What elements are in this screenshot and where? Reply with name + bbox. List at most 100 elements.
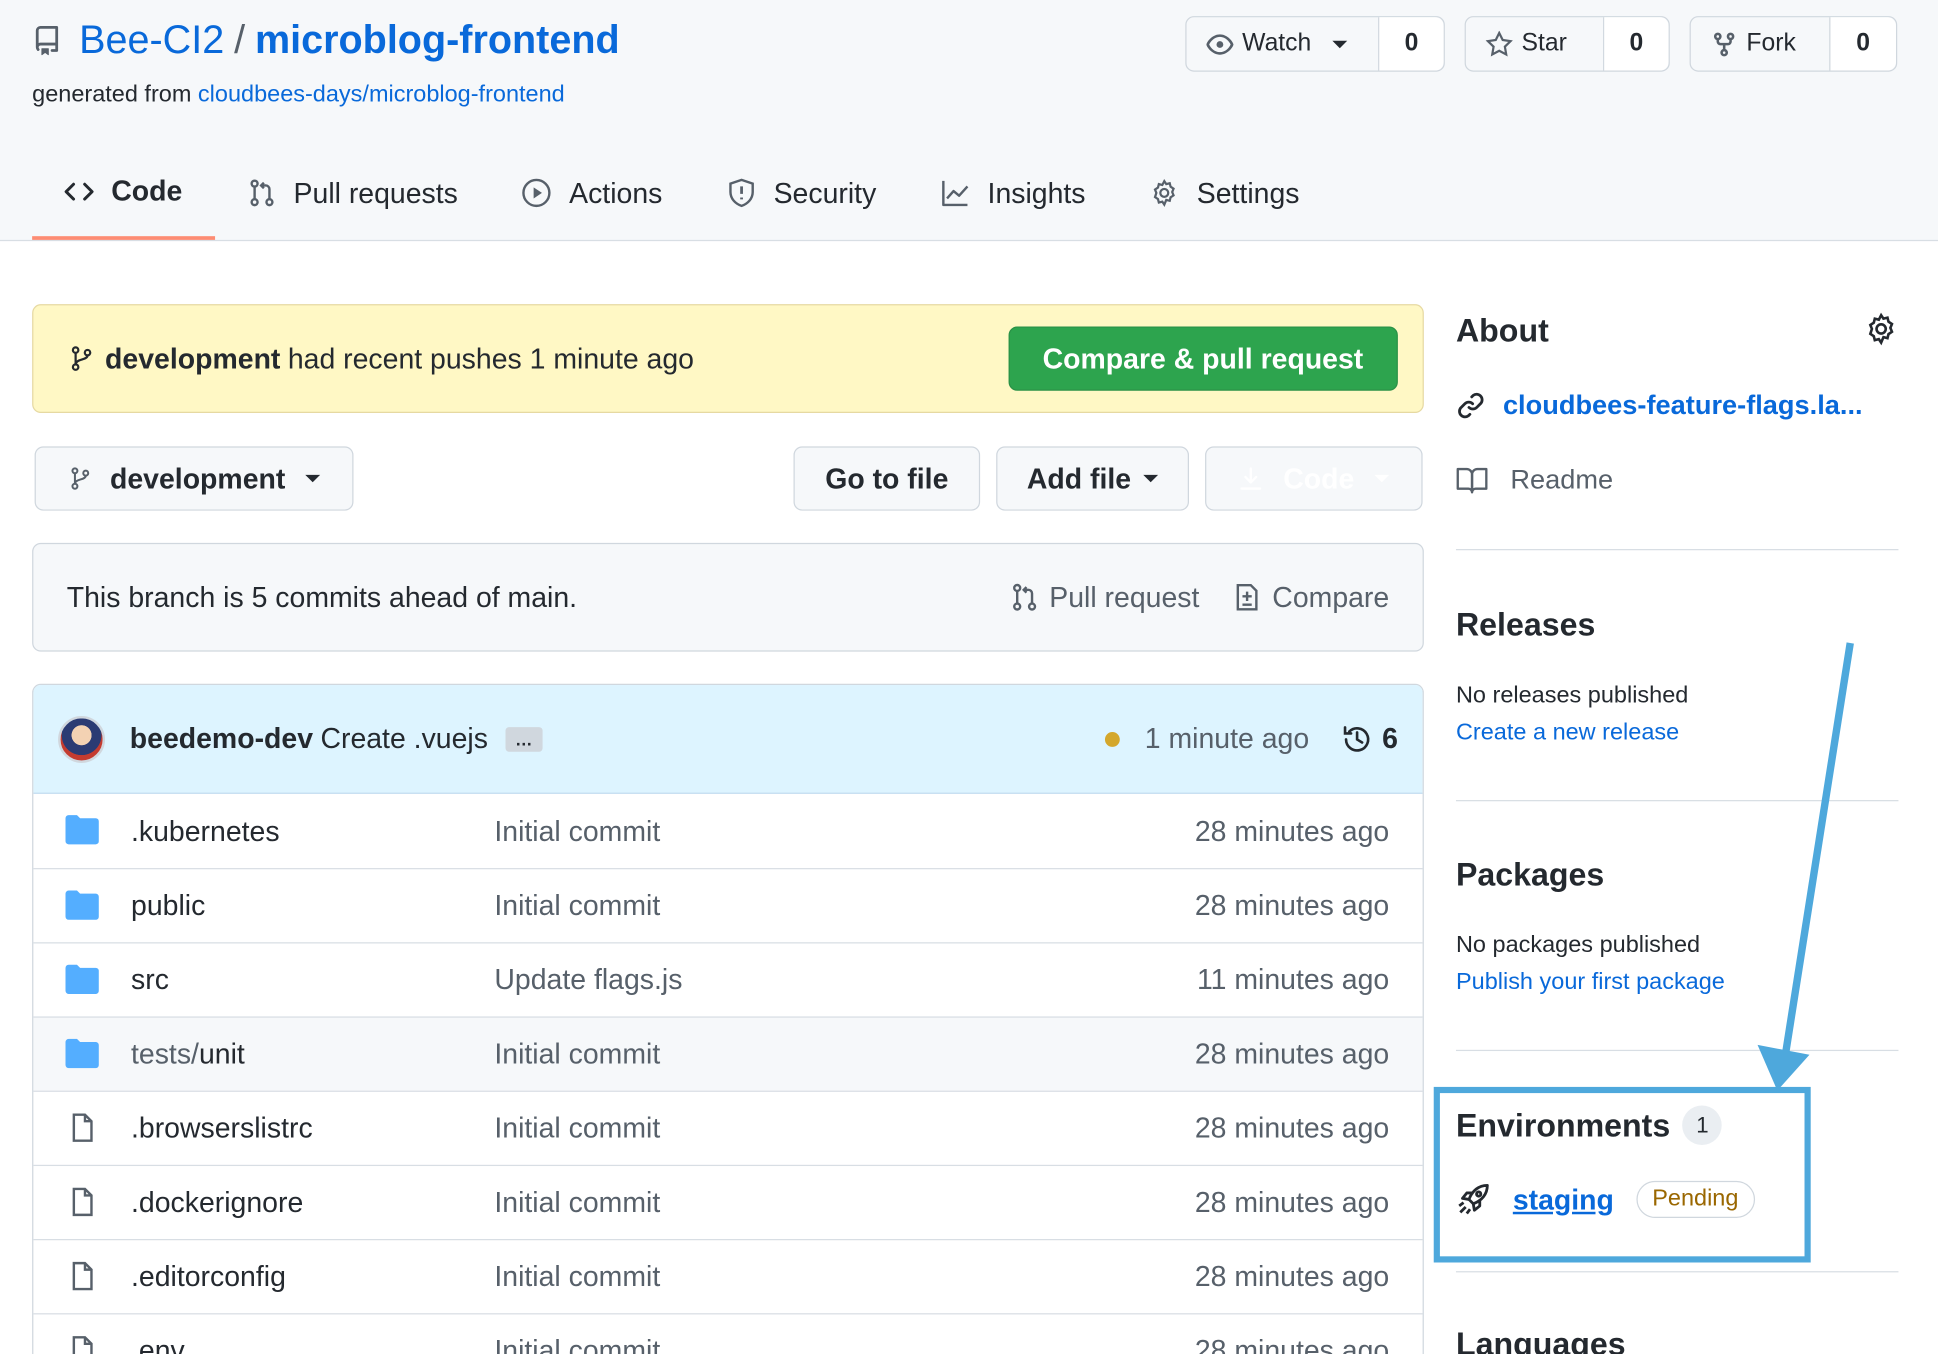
file-path-prefix: tests/: [131, 1037, 199, 1070]
gear-icon[interactable]: [1864, 312, 1899, 347]
file-commit-message[interactable]: Initial commit: [494, 889, 660, 922]
homepage-link[interactable]: cloudbees-feature-flags.la...: [1456, 390, 1863, 422]
book-icon: [1456, 467, 1488, 494]
file-name[interactable]: .kubernetes: [131, 814, 280, 847]
tab-code[interactable]: Code: [32, 146, 215, 240]
publish-package-link[interactable]: Publish your first package: [1456, 969, 1725, 996]
page-root: Bee-CI2 / microblog-frontend generated f…: [0, 0, 1938, 1354]
file-commit-age: 28 minutes ago: [1194, 814, 1390, 847]
annotation-arrow-icon: [1757, 642, 1854, 1091]
tab-pull-requests[interactable]: Pull requests: [214, 146, 490, 240]
pushed-branch-name[interactable]: development: [105, 342, 280, 375]
file-commit-message[interactable]: Update flags.js: [494, 963, 682, 996]
star-count[interactable]: 0: [1604, 17, 1669, 71]
file-row[interactable]: .dockerignore Initial commit 28 minutes …: [33, 1164, 1423, 1239]
file-row[interactable]: public Initial commit 28 minutes ago: [33, 868, 1423, 942]
fork-count[interactable]: 0: [1830, 17, 1896, 71]
folder-icon: [65, 1038, 99, 1069]
repo-name-link[interactable]: microblog-frontend: [255, 17, 620, 63]
file-name[interactable]: .env: [131, 1334, 185, 1354]
latest-commit-row: beedemo-dev Create .vuejs … 1 minute ago…: [33, 685, 1423, 794]
file-commit-message[interactable]: Initial commit: [494, 1112, 660, 1145]
file-name-text: src: [131, 963, 169, 996]
tab-security[interactable]: Security: [694, 146, 908, 240]
ahead-text: This branch is 5 commits ahead of main.: [66, 580, 578, 613]
branch-select[interactable]: development: [34, 446, 354, 511]
repo-owner-link[interactable]: Bee-CI2: [79, 17, 224, 63]
go-to-file-button[interactable]: Go to file: [793, 446, 981, 511]
generated-from: generated from cloudbees-days/microblog-…: [32, 82, 565, 109]
tab-insights[interactable]: Insights: [908, 146, 1117, 240]
tab-label: Code: [111, 174, 183, 207]
avatar[interactable]: [58, 715, 106, 763]
ahead-links: Pull request Compare: [1010, 580, 1389, 614]
sidebar-divider: [1455, 549, 1899, 551]
fork-button[interactable]: Fork 0: [1689, 16, 1898, 72]
file-icon: [72, 1336, 93, 1354]
file-name[interactable]: .dockerignore: [131, 1186, 303, 1219]
compare-pull-request-button[interactable]: Compare & pull request: [1008, 326, 1398, 391]
file-name[interactable]: tests/unit: [131, 1037, 245, 1070]
chevron-down-icon: [1332, 40, 1348, 48]
file-list: .kubernetes Initial commit 28 minutes ag…: [33, 794, 1423, 1354]
compare-link[interactable]: Compare: [1233, 581, 1389, 614]
file-commit-age: 28 minutes ago: [1194, 1260, 1390, 1293]
pull-request-icon: [1012, 583, 1037, 611]
tab-settings[interactable]: Settings: [1118, 146, 1332, 240]
commit-history-link[interactable]: 6: [1341, 722, 1398, 755]
eye-icon: [1206, 33, 1234, 55]
add-file-button[interactable]: Add file: [996, 446, 1190, 511]
repo-title: Bee-CI2 / microblog-frontend: [32, 17, 620, 63]
create-release-link[interactable]: Create a new release: [1456, 720, 1679, 747]
watch-count[interactable]: 0: [1379, 17, 1444, 71]
file-name[interactable]: src: [131, 963, 169, 996]
file-name[interactable]: .editorconfig: [131, 1260, 286, 1293]
tab-actions[interactable]: Actions: [490, 146, 694, 240]
tab-label: Settings: [1196, 176, 1300, 209]
file-row[interactable]: src Update flags.js 11 minutes ago: [33, 942, 1423, 1016]
file-row[interactable]: .browserslistrc Initial commit 28 minute…: [33, 1090, 1423, 1165]
file-row[interactable]: tests/unit Initial commit 28 minutes ago: [33, 1016, 1423, 1091]
file-name[interactable]: public: [131, 889, 205, 922]
file-commit-message[interactable]: Initial commit: [494, 1037, 660, 1070]
graph-icon: [942, 180, 969, 207]
commit-author[interactable]: beedemo-dev: [130, 722, 313, 755]
watch-button[interactable]: Watch 0: [1185, 16, 1445, 72]
pull-request-label: Pull request: [1049, 580, 1200, 613]
code-download-button[interactable]: Code: [1205, 446, 1423, 511]
code-icon: [64, 182, 94, 200]
packages-empty-text: No packages published: [1455, 932, 1701, 959]
file-commit-age: 28 minutes ago: [1194, 1037, 1390, 1070]
file-commit-message[interactable]: Initial commit: [494, 1260, 660, 1293]
file-row[interactable]: .kubernetes Initial commit 28 minutes ag…: [33, 794, 1422, 868]
sidebar-divider: [1455, 1271, 1899, 1273]
file-row[interactable]: .env Initial commit 28 minutes ago: [33, 1313, 1423, 1354]
shield-icon: [729, 178, 754, 208]
status-dot-icon[interactable]: [1105, 731, 1121, 747]
readme-link[interactable]: Readme: [1456, 464, 1613, 496]
file-commit-age: 28 minutes ago: [1194, 889, 1390, 922]
file-icon: [72, 1261, 93, 1291]
watch-label: Watch: [1242, 29, 1312, 57]
file-commit-message[interactable]: Initial commit: [494, 1186, 660, 1219]
file-commit-message[interactable]: Initial commit: [494, 814, 660, 847]
repo-path-separator: /: [234, 17, 246, 62]
file-name-text: .env: [131, 1334, 185, 1354]
star-button[interactable]: Star 0: [1464, 16, 1670, 72]
branch-ahead-notice: This branch is 5 commits ahead of main. …: [32, 542, 1424, 652]
template-repo-link[interactable]: cloudbees-days/microblog-frontend: [198, 82, 565, 108]
download-icon: [1240, 467, 1262, 490]
file-row[interactable]: .editorconfig Initial commit 28 minutes …: [33, 1239, 1423, 1313]
commit-age[interactable]: 1 minute ago: [1145, 722, 1309, 755]
packages-heading[interactable]: Packages: [1456, 856, 1604, 894]
commit-message[interactable]: Create .vuejs: [320, 722, 487, 755]
tab-label: Security: [773, 176, 877, 209]
commit-meta: 1 minute ago 6: [1105, 722, 1398, 755]
file-name[interactable]: .browserslistrc: [131, 1112, 313, 1145]
code-button-label: Code: [1283, 461, 1355, 494]
chevron-down-icon: [305, 474, 320, 483]
releases-heading[interactable]: Releases: [1456, 606, 1595, 644]
expand-commit-button[interactable]: …: [505, 726, 543, 752]
open-pull-request-link[interactable]: Pull request: [1010, 580, 1200, 614]
file-commit-message[interactable]: Initial commit: [494, 1334, 660, 1354]
